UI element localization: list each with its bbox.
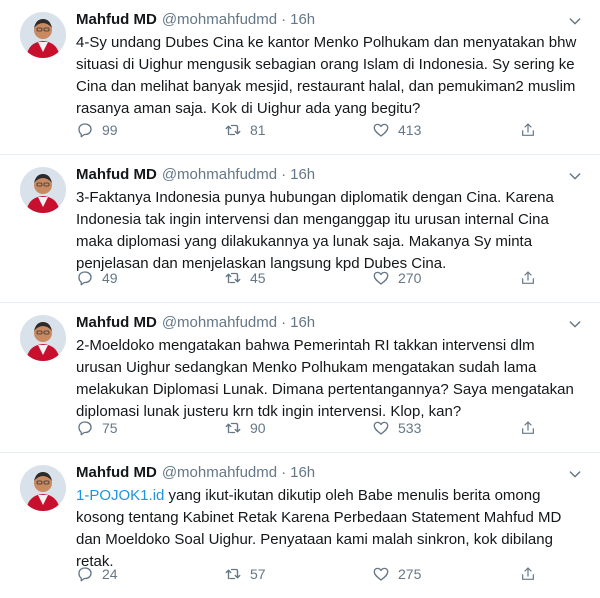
chevron-down-icon[interactable] [566, 465, 584, 483]
retweet-count: 45 [250, 270, 266, 286]
tweet-text: 2-Moeldoko mengatakan bahwa Pemerintah R… [76, 335, 584, 423]
tweet-actions: 49 45 270 [76, 268, 584, 288]
chevron-down-icon[interactable] [566, 315, 584, 333]
avatar-image [20, 167, 66, 213]
avatar-image [20, 465, 66, 511]
like-icon [373, 123, 389, 137]
tweet-body: 3-Faktanya Indonesia punya hubungan dipl… [76, 189, 559, 272]
share-icon [522, 567, 534, 580]
like-count: 270 [398, 270, 422, 286]
author-handle[interactable]: @mohmahfudmd [162, 463, 277, 483]
retweet-count: 81 [250, 122, 266, 138]
separator: · [281, 166, 287, 183]
share-button[interactable] [520, 565, 544, 583]
tweet-actions: 99 81 413 [76, 120, 584, 140]
like-button[interactable]: 413 [372, 121, 520, 139]
author-handle[interactable]: @mohmahfudmd [162, 165, 277, 185]
retweet-count: 57 [250, 566, 266, 582]
avatar[interactable] [20, 167, 66, 213]
timestamp[interactable]: 16h [290, 10, 315, 30]
retweet-button[interactable]: 81 [224, 121, 372, 139]
timestamp[interactable]: 16h [290, 463, 315, 483]
tweet-text: 4-Sy undang Dubes Cina ke kantor Menko P… [76, 32, 584, 120]
timestamp[interactable]: 16h [290, 165, 315, 185]
tweet-text: 3-Faktanya Indonesia punya hubungan dipl… [76, 187, 584, 275]
like-button[interactable]: 270 [372, 269, 520, 287]
tweet-text: 1-POJOK1.id yang ikut-ikutan dikutip ole… [76, 485, 584, 573]
reply-button[interactable]: 75 [76, 419, 224, 437]
reply-button[interactable]: 99 [76, 121, 224, 139]
tweet-header: Mahfud MD @mohmahfudmd · 16h [76, 463, 584, 483]
reply-icon [78, 567, 92, 582]
author-name[interactable]: Mahfud MD [76, 165, 157, 185]
tweet[interactable]: Mahfud MD @mohmahfudmd · 16h 3-Faktanya … [0, 155, 600, 303]
tweet-link[interactable]: 1-POJOK1.id [76, 487, 164, 504]
like-icon [373, 567, 389, 581]
share-button[interactable] [520, 419, 544, 437]
chevron-down-icon[interactable] [566, 167, 584, 185]
author-name[interactable]: Mahfud MD [76, 313, 157, 333]
retweet-button[interactable]: 57 [224, 565, 372, 583]
separator: · [281, 314, 287, 331]
like-icon [373, 421, 389, 435]
share-icon [522, 421, 534, 434]
tweet-body: 4-Sy undang Dubes Cina ke kantor Menko P… [76, 34, 581, 117]
avatar[interactable] [20, 465, 66, 511]
tweet-actions: 24 57 275 [76, 564, 584, 584]
tweet-body: 2-Moeldoko mengatakan bahwa Pemerintah R… [76, 337, 578, 420]
timeline: Mahfud MD @mohmahfudmd · 16h 4-Sy undang… [0, 0, 600, 598]
reply-count: 99 [102, 122, 118, 138]
tweet-header: Mahfud MD @mohmahfudmd · 16h [76, 313, 584, 333]
like-count: 413 [398, 122, 422, 138]
avatar[interactable] [20, 12, 66, 58]
reply-count: 75 [102, 420, 118, 436]
separator: · [281, 464, 287, 481]
retweet-icon [225, 124, 241, 136]
tweet[interactable]: Mahfud MD @mohmahfudmd · 16h 2-Moeldoko … [0, 303, 600, 453]
like-button[interactable]: 275 [372, 565, 520, 583]
like-icon [373, 271, 389, 285]
tweet-header: Mahfud MD @mohmahfudmd · 16h [76, 10, 584, 30]
reply-button[interactable]: 49 [76, 269, 224, 287]
share-icon [522, 271, 534, 284]
reply-count: 49 [102, 270, 118, 286]
retweet-button[interactable]: 45 [224, 269, 372, 287]
share-button[interactable] [520, 269, 544, 287]
like-button[interactable]: 533 [372, 419, 520, 437]
author-handle[interactable]: @mohmahfudmd [162, 10, 277, 30]
separator: · [281, 11, 287, 28]
tweet[interactable]: Mahfud MD @mohmahfudmd · 16h 1-POJOK1.id… [0, 453, 600, 598]
like-count: 533 [398, 420, 422, 436]
chevron-down-icon[interactable] [566, 12, 584, 30]
reply-count: 24 [102, 566, 118, 582]
retweet-count: 90 [250, 420, 266, 436]
tweet-header: Mahfud MD @mohmahfudmd · 16h [76, 165, 584, 185]
share-button[interactable] [520, 121, 544, 139]
reply-button[interactable]: 24 [76, 565, 224, 583]
timestamp[interactable]: 16h [290, 313, 315, 333]
like-count: 275 [398, 566, 422, 582]
reply-icon [78, 421, 92, 436]
avatar-image [20, 315, 66, 361]
avatar-image [20, 12, 66, 58]
retweet-icon [225, 568, 241, 580]
retweet-icon [225, 272, 241, 284]
reply-icon [78, 123, 92, 138]
author-handle[interactable]: @mohmahfudmd [162, 313, 277, 333]
share-icon [522, 123, 534, 136]
author-name[interactable]: Mahfud MD [76, 10, 157, 30]
retweet-button[interactable]: 90 [224, 419, 372, 437]
reply-icon [78, 271, 92, 286]
avatar[interactable] [20, 315, 66, 361]
tweet-actions: 75 90 533 [76, 418, 584, 438]
author-name[interactable]: Mahfud MD [76, 463, 157, 483]
retweet-icon [225, 422, 241, 434]
tweet[interactable]: Mahfud MD @mohmahfudmd · 16h 4-Sy undang… [0, 0, 600, 155]
